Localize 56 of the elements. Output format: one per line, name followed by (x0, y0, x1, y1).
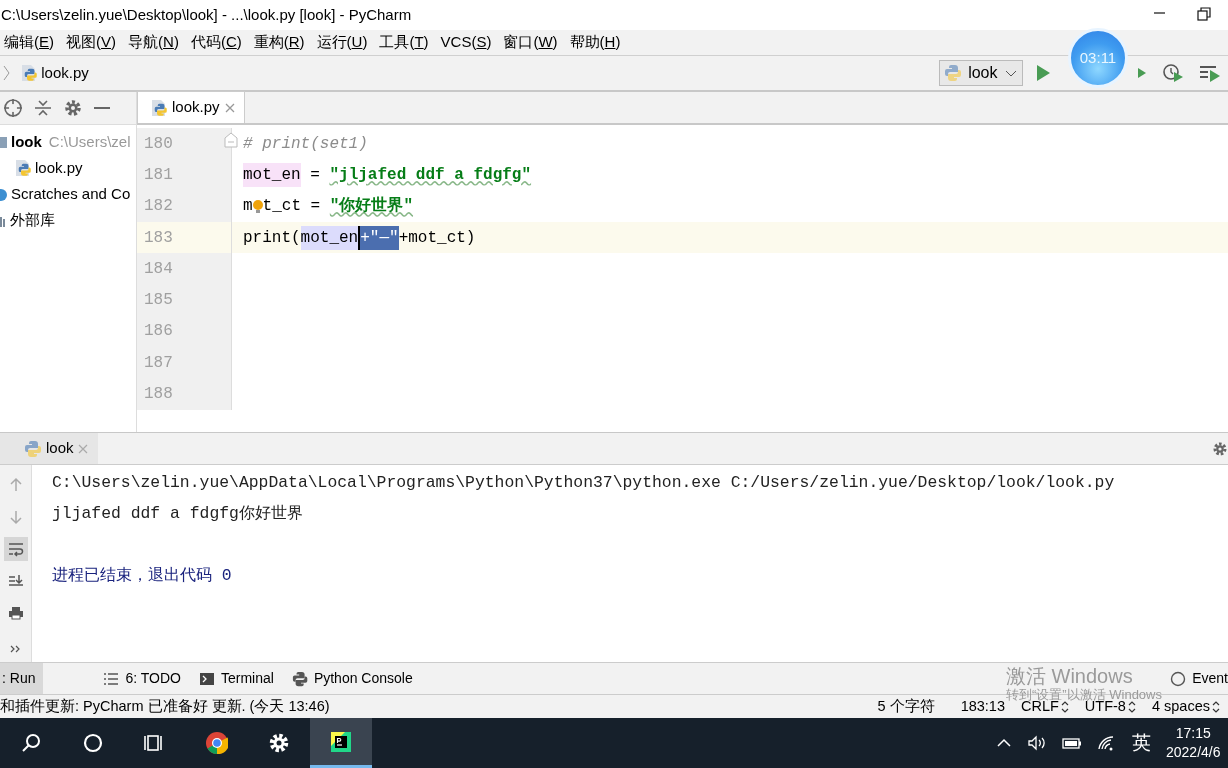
line-number: 187 (144, 352, 173, 374)
menu-item[interactable]: 工具(T) (375, 31, 437, 54)
line-number: 183 (144, 227, 173, 249)
tree-item[interactable]: look.py (35, 156, 83, 179)
window-title: C:\Users\zelin.yue\Desktop\look] - ...\look.py [look] - PyCharm (1, 4, 412, 25)
menu-item[interactable]: VCS(S) (436, 31, 500, 54)
python-console-tool-button[interactable]: Python Console (289, 663, 429, 694)
code-text: "jljafed ddf a fdgfg" (329, 164, 532, 186)
breadcrumb[interactable]: look.py (41, 61, 89, 85)
code-text: # print(set1) (243, 133, 368, 155)
code-text: mot_en (300, 225, 359, 250)
tree-item[interactable]: Scratches and Co (11, 182, 131, 205)
code-text: mot_en (243, 162, 301, 187)
console-exit-message: 进程已结束，退出代码 0 (52, 565, 233, 587)
code-text: = (309, 164, 321, 186)
menu-item[interactable]: 视图(V) (62, 31, 125, 54)
run-tab[interactable]: look (0, 433, 98, 464)
clock-date[interactable]: 2022/4/6 (1166, 743, 1221, 762)
run-config-dropdown[interactable]: look (939, 60, 1023, 86)
line-number: 182 (144, 196, 173, 218)
code-text: t_ct = (262, 196, 322, 218)
input-method-indicator[interactable]: 英 (1132, 728, 1151, 758)
line-number: 186 (144, 321, 173, 343)
todo-tool-button[interactable]: 6: TODO (43, 663, 197, 694)
code-text: "你好世界" (329, 195, 414, 218)
timer-badge: 03:11 (1068, 28, 1128, 88)
line-number: 188 (144, 384, 173, 405)
event-log-button[interactable]: Event (1168, 663, 1228, 694)
code-text: print( (243, 227, 301, 249)
status-item: 183:13 (959, 696, 1006, 716)
terminal-tool-button[interactable]: Terminal (197, 663, 290, 694)
editor-tab[interactable]: look.py (137, 91, 245, 123)
menu-item[interactable]: 导航(N) (124, 31, 187, 54)
line-number: 180 (144, 133, 173, 155)
code-text: m (243, 196, 253, 218)
watermark-title: 激活 Windows (1006, 665, 1134, 688)
menu-item[interactable]: 窗口(W) (499, 31, 566, 54)
line-number: 185 (144, 290, 173, 312)
line-number: 181 (144, 164, 173, 186)
console-output: jljafed ddf a fdgfg你好世界 (52, 503, 304, 525)
menu-item[interactable]: 运行(U) (312, 31, 376, 54)
menu-item[interactable]: 代码(C) (186, 31, 250, 54)
clock-time[interactable]: 17:15 (1175, 724, 1211, 743)
menu-item[interactable]: 编辑(E) (0, 31, 62, 54)
run-tool-button[interactable]: : Run (0, 663, 44, 694)
tree-item[interactable]: look (11, 130, 42, 153)
selected-text: +"—" (358, 225, 399, 250)
menu-item[interactable]: 帮助(H) (565, 31, 629, 54)
menu-item[interactable]: 重构(R) (249, 31, 313, 54)
status-message: 和插件更新: PyCharm 已准备好 更新. (今天 13:46) (0, 696, 330, 716)
status-item: 5 个字符 (876, 696, 936, 716)
project-path: C:\Users\zel (48, 131, 131, 152)
code-text: +mot_ct) (398, 227, 476, 249)
tree-item[interactable]: 外部库 (10, 208, 55, 231)
console-command: C:\Users\zelin.yue\AppData\Local\Programs\Python\Python37\python.exe C:/Users/zelin.yue/Desktop/look/look.py (52, 472, 1115, 494)
line-number: 184 (144, 258, 173, 280)
